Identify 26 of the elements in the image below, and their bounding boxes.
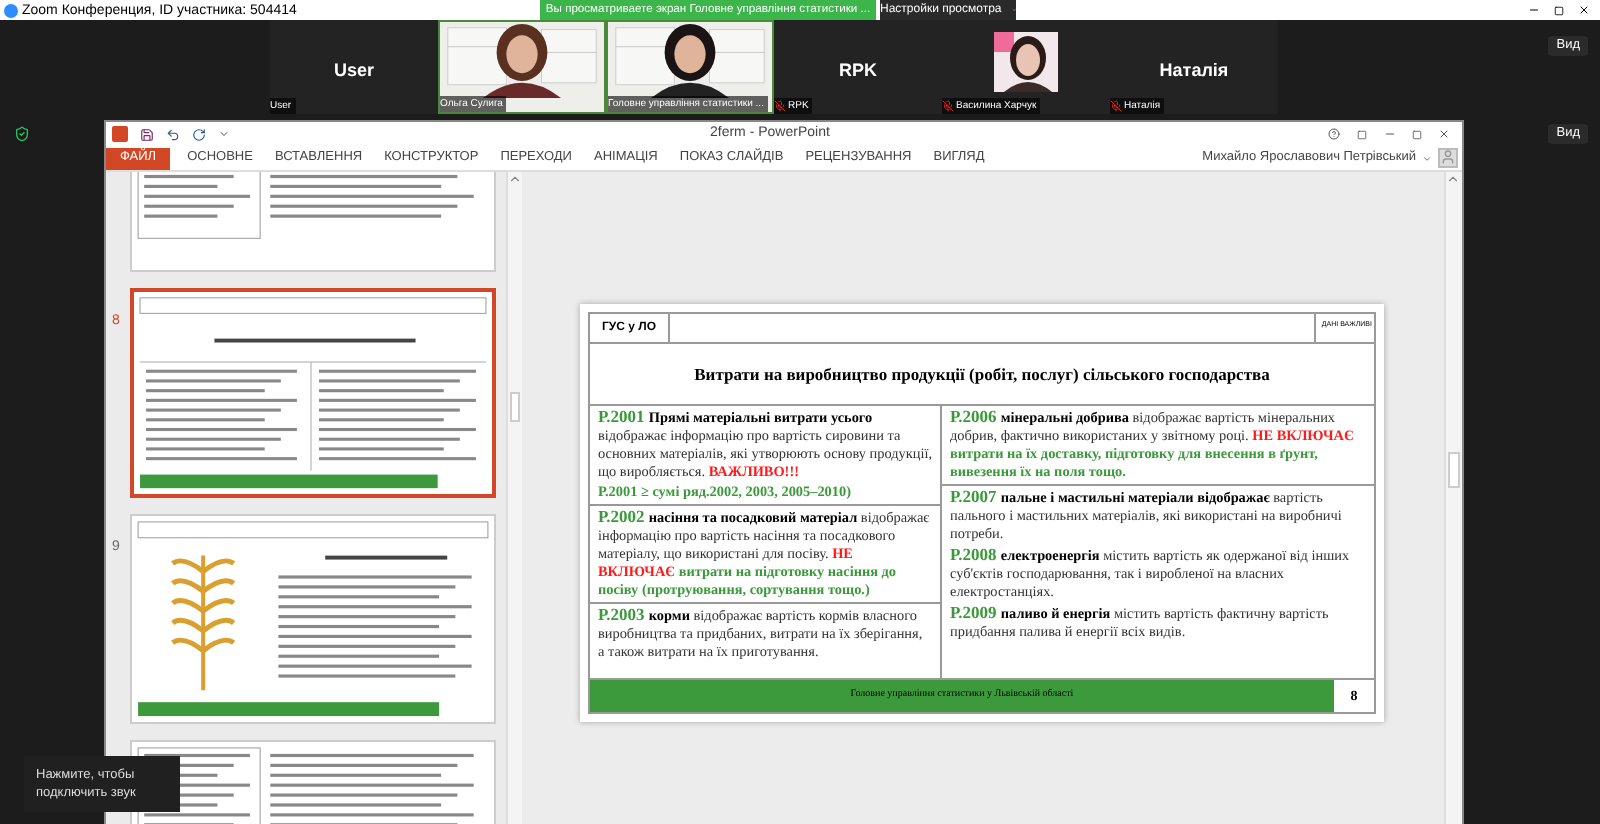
scrollbar[interactable] bbox=[1444, 172, 1462, 824]
close-icon[interactable] bbox=[1578, 4, 1590, 16]
save-icon[interactable] bbox=[140, 127, 154, 141]
close-icon[interactable] bbox=[1438, 128, 1450, 140]
scroll-up-icon[interactable] bbox=[508, 172, 522, 186]
participant-name: RPK bbox=[838, 59, 877, 79]
shield-icon bbox=[14, 126, 30, 142]
slide-title: Витрати на виробництво продукції (робіт, послуг) сільського господарства bbox=[694, 361, 1270, 387]
zoom-logo-icon bbox=[4, 3, 18, 17]
maximize-icon[interactable] bbox=[1554, 5, 1564, 15]
scroll-up-icon[interactable] bbox=[1446, 172, 1460, 186]
help-icon[interactable] bbox=[1328, 128, 1340, 140]
scrollbar[interactable] bbox=[506, 172, 522, 824]
user-avatar-icon[interactable] bbox=[1438, 148, 1458, 168]
ribbon-display-icon[interactable] bbox=[1356, 129, 1368, 139]
powerpoint-logo-icon bbox=[112, 126, 128, 142]
participant-name: User bbox=[333, 59, 374, 79]
minimize-icon[interactable] bbox=[1384, 128, 1396, 140]
minimize-icon[interactable] bbox=[1528, 4, 1540, 16]
customize-toolbar-icon[interactable] bbox=[218, 128, 230, 140]
undo-icon[interactable] bbox=[166, 127, 180, 141]
participant-name: Наталія bbox=[1159, 59, 1229, 79]
scrollbar-thumb[interactable] bbox=[510, 392, 520, 422]
restore-icon[interactable] bbox=[1412, 129, 1422, 139]
redo-icon[interactable] bbox=[192, 127, 206, 141]
scrollbar-thumb[interactable] bbox=[1448, 452, 1460, 488]
